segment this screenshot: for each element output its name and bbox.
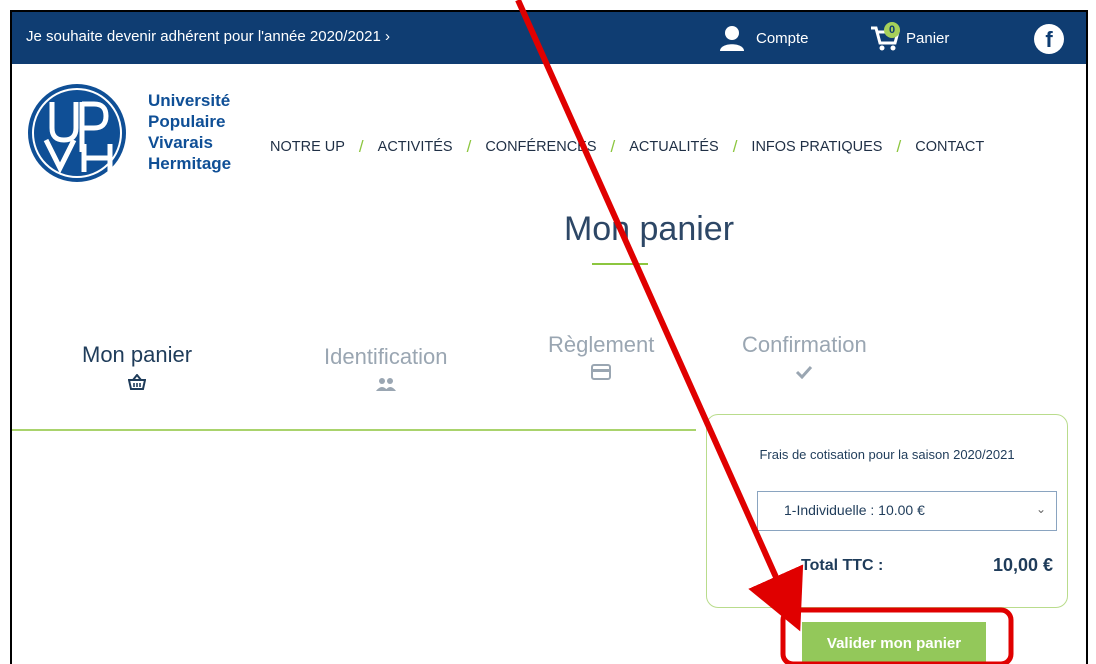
validate-cart-button[interactable]: Valider mon panier: [802, 622, 986, 664]
cart-summary-card: Frais de cotisation pour la saison 2020/…: [706, 414, 1068, 608]
check-icon: [742, 364, 867, 384]
membership-link[interactable]: Je souhaite devenir adhérent pour l'anné…: [26, 28, 390, 45]
main-nav: NOTRE UP / ACTIVITÉS / CONFÉRENCES / ACT…: [270, 137, 985, 156]
steps-progress-line: [12, 429, 696, 431]
step-confirmation: Confirmation: [742, 332, 867, 384]
browser-viewport: Je souhaite devenir adhérent pour l'anné…: [10, 10, 1088, 664]
cart-count-badge: 0: [884, 22, 900, 38]
nav-item-infos-pratiques[interactable]: INFOS PRATIQUES: [751, 139, 882, 155]
nav-item-notre-up[interactable]: NOTRE UP: [270, 139, 345, 155]
nav-item-conferences[interactable]: CONFÉRENCES: [485, 139, 596, 155]
top-bar: Je souhaite devenir adhérent pour l'anné…: [12, 12, 1086, 64]
cart-link[interactable]: 0 Panier: [870, 22, 949, 54]
step-mon-panier: Mon panier: [82, 342, 192, 395]
membership-type-select[interactable]: 1-Individuelle : 10.00 € ⌄: [757, 491, 1057, 531]
account-link[interactable]: Compte: [718, 22, 809, 54]
facebook-icon[interactable]: f: [1034, 24, 1064, 54]
nav-item-contact[interactable]: CONTACT: [915, 139, 984, 155]
page-title: Mon panier: [563, 210, 735, 248]
brand-name[interactable]: Université Populaire Vivarais Hermitage: [148, 90, 231, 174]
user-icon: [720, 26, 744, 51]
cart-label: Panier: [906, 29, 950, 47]
chevron-down-icon: ⌄: [1035, 502, 1046, 516]
nav-item-actualites[interactable]: ACTUALITÉS: [629, 139, 718, 155]
credit-card-icon: [548, 364, 654, 385]
basket-icon: [82, 373, 192, 395]
title-underline: [592, 263, 648, 265]
fee-label: Frais de cotisation pour la saison 2020/…: [759, 447, 1015, 462]
nav-item-activites[interactable]: ACTIVITÉS: [378, 139, 453, 155]
total-label: Total TTC :: [801, 557, 884, 574]
up-logo-icon[interactable]: [26, 82, 128, 184]
step-reglement: Règlement: [548, 332, 654, 385]
total-value: 10,00 €: [992, 555, 1053, 575]
step-identification: Identification: [324, 344, 448, 396]
users-icon: [324, 376, 448, 396]
account-label: Compte: [756, 29, 809, 47]
